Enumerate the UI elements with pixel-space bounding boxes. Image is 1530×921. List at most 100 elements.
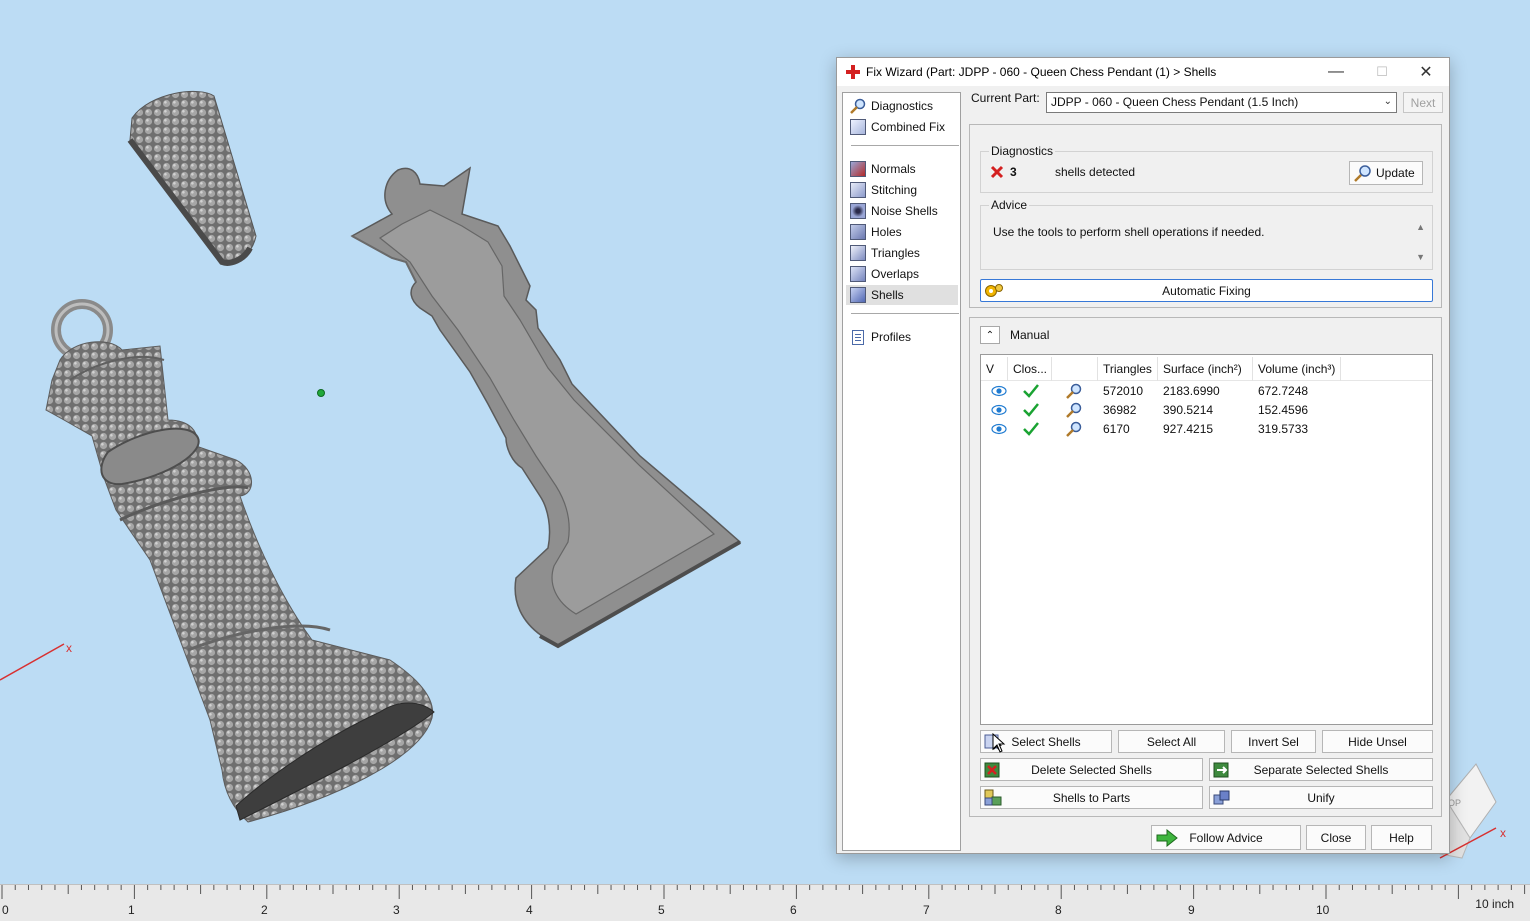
nav-item-label: Holes <box>871 225 902 239</box>
separate-selected-shells-label: Separate Selected Shells <box>1253 762 1389 777</box>
nav-item-stitching[interactable]: Stitching <box>846 180 958 200</box>
diagnostics-title: Diagnostics <box>989 144 1056 158</box>
holes-icon <box>850 224 866 240</box>
ruler-label: 2 <box>261 903 268 917</box>
separate-selected-shells-button[interactable]: Separate Selected Shells <box>1209 758 1433 781</box>
inspect-icon[interactable] <box>1061 400 1082 419</box>
ruler: 0 1 2 3 4 5 6 7 8 9 10 10 inch <box>0 884 1530 921</box>
current-part-select[interactable]: JDPP - 060 - Queen Chess Pendant (1.5 In… <box>1046 92 1397 113</box>
cell-triangles: 572010 <box>1103 383 1144 398</box>
nav-item-label: Combined Fix <box>871 120 946 134</box>
title-bar[interactable]: Fix Wizard (Part: JDPP - 060 - Queen Che… <box>837 58 1449 86</box>
eye-icon[interactable] <box>986 381 1007 400</box>
advice-title: Advice <box>989 198 1030 212</box>
hide-unselected-button[interactable]: Hide Unsel <box>1322 730 1433 753</box>
ruler-unit: 10 inch <box>1475 897 1514 911</box>
table-row[interactable]: 6170 927.4215 319.5733 <box>981 419 1432 438</box>
check-icon <box>1018 419 1039 438</box>
shells-table[interactable]: V Clos... Triangles Surface (inch²) Volu… <box>980 354 1433 725</box>
manual-title: Manual <box>1010 328 1050 342</box>
check-icon <box>1018 381 1039 400</box>
next-button[interactable]: Next <box>1403 92 1443 113</box>
cell-surface: 2183.6990 <box>1163 383 1220 398</box>
delete-selected-shells-button[interactable]: Delete Selected Shells <box>980 758 1203 781</box>
unify-label: Unify <box>1307 790 1335 805</box>
ruler-label: 6 <box>790 903 797 917</box>
update-button[interactable]: Update <box>1349 161 1423 185</box>
close-button[interactable]: Close <box>1306 825 1366 850</box>
unify-icon <box>1213 789 1231 806</box>
cube-stack-icon <box>850 119 866 135</box>
wizard-nav: Diagnostics Combined Fix Normals Stitchi… <box>842 92 961 851</box>
diagnostics-group: Diagnostics 3 shells detected Update <box>980 144 1433 193</box>
eye-icon[interactable] <box>986 419 1007 438</box>
cell-volume: 672.7248 <box>1258 383 1309 398</box>
noise-shells-icon <box>850 203 866 219</box>
column-header-closed[interactable]: Clos... <box>1008 357 1052 381</box>
fix-wizard-window: Fix Wizard (Part: JDPP - 060 - Queen Che… <box>836 57 1450 854</box>
close-window-button[interactable]: ✕ <box>1403 58 1449 86</box>
follow-advice-button[interactable]: Follow Advice <box>1151 825 1301 850</box>
maximize-button[interactable]: ☐ <box>1359 58 1405 86</box>
collapse-manual-button[interactable]: ⌃ <box>980 326 1000 344</box>
axis-x-label-right: x <box>1500 826 1506 840</box>
ruler-label: 8 <box>1055 903 1062 917</box>
nav-item-diagnostics[interactable]: Diagnostics <box>846 96 958 116</box>
current-part-value: JDPP - 060 - Queen Chess Pendant (1.5 In… <box>1051 95 1299 109</box>
chevron-down-icon: ⌄ <box>1383 96 1392 107</box>
shells-detected-text: shells detected <box>1055 165 1136 179</box>
separate-shell-icon <box>1213 761 1231 778</box>
scroll-down-icon[interactable]: ▼ <box>1416 252 1425 262</box>
minimize-button[interactable]: — <box>1313 58 1359 86</box>
cell-surface: 927.4215 <box>1163 421 1214 436</box>
green-arrow-icon <box>1156 828 1178 848</box>
nav-item-holes[interactable]: Holes <box>846 222 958 242</box>
queen-beaded-model[interactable] <box>45 299 435 823</box>
ruler-label: 1 <box>128 903 135 917</box>
manual-panel: ⌃ Manual V Clos... Triangles Surface (in… <box>969 317 1442 817</box>
scroll-up-icon[interactable]: ▲ <box>1416 222 1425 232</box>
column-header-visible[interactable]: V <box>981 357 1008 381</box>
ruler-label: 9 <box>1188 903 1195 917</box>
column-header-surface[interactable]: Surface (inch²) <box>1158 357 1253 381</box>
invert-selection-button[interactable]: Invert Sel <box>1231 730 1316 753</box>
mouse-cursor-icon <box>992 733 1006 753</box>
inspect-icon[interactable] <box>1061 419 1082 438</box>
nav-item-normals[interactable]: Normals <box>846 159 958 179</box>
window-title: Fix Wizard (Part: JDPP - 060 - Queen Che… <box>866 65 1217 79</box>
advice-text-area[interactable]: Use the tools to perform shell operation… <box>991 222 1423 267</box>
table-header: V Clos... Triangles Surface (inch²) Volu… <box>981 357 1432 381</box>
column-header-volume[interactable]: Volume (inch³) <box>1253 357 1341 381</box>
bail-model[interactable] <box>127 90 257 266</box>
nav-item-combined-fix[interactable]: Combined Fix <box>846 117 958 137</box>
nav-divider <box>851 145 959 146</box>
select-all-button[interactable]: Select All <box>1118 730 1225 753</box>
update-label: Update <box>1376 166 1415 180</box>
cell-volume: 152.4596 <box>1258 402 1309 417</box>
table-row[interactable]: 36982 390.5214 152.4596 <box>981 400 1432 419</box>
error-x-icon <box>990 165 1004 179</box>
gears-icon <box>984 282 1004 300</box>
column-header-inspect[interactable] <box>1052 357 1098 381</box>
nav-item-label: Diagnostics <box>871 99 934 113</box>
nav-item-shells[interactable]: Shells <box>846 285 958 305</box>
pivot-point-icon[interactable] <box>317 389 325 397</box>
inspect-icon[interactable] <box>1061 381 1082 400</box>
ruler-label: 3 <box>393 903 400 917</box>
automatic-fixing-button[interactable]: Automatic Fixing <box>980 279 1433 302</box>
eye-icon[interactable] <box>986 400 1007 419</box>
nav-item-overlaps[interactable]: Overlaps <box>846 264 958 284</box>
shell-count: 3 <box>1010 165 1017 179</box>
shells-to-parts-button[interactable]: Shells to Parts <box>980 786 1203 809</box>
queen-plate-model[interactable] <box>350 166 742 649</box>
magnifier-icon <box>850 98 866 114</box>
nav-item-noise-shells[interactable]: Noise Shells <box>846 201 958 221</box>
unify-button[interactable]: Unify <box>1209 786 1433 809</box>
nav-item-profiles[interactable]: Profiles <box>846 327 958 347</box>
nav-item-triangles[interactable]: Triangles <box>846 243 958 263</box>
check-icon <box>1018 400 1039 419</box>
column-header-triangles[interactable]: Triangles <box>1098 357 1158 381</box>
automatic-fixing-label: Automatic Fixing <box>1162 283 1251 298</box>
help-button[interactable]: Help <box>1371 825 1432 850</box>
table-row[interactable]: 572010 2183.6990 672.7248 <box>981 381 1432 400</box>
